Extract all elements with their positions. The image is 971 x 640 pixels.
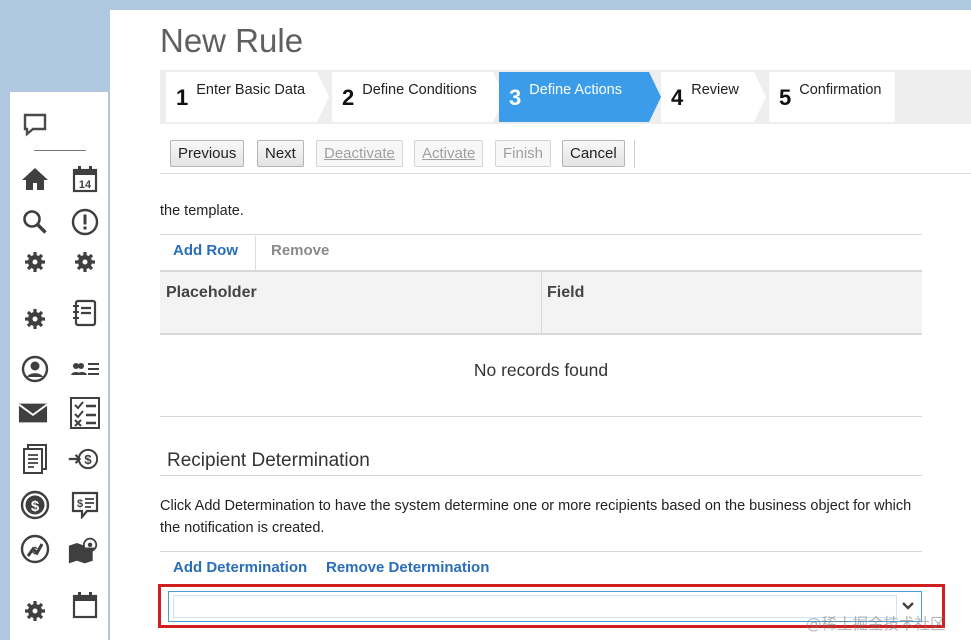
payment-icon[interactable]: $ [68,444,98,474]
wizard-step-confirmation[interactable]: 5 Confirmation [769,72,895,122]
alert-icon[interactable] [70,207,100,237]
main-panel: New Rule 1 Enter Basic Data 2 Define Con… [110,10,971,640]
chart-icon[interactable]: $ [20,534,50,564]
notebook-icon[interactable] [70,298,100,328]
comment-icon[interactable] [20,110,50,140]
map-icon[interactable] [68,536,98,566]
watermark-text: @稀土掘金技术社区 [806,615,946,633]
placeholder-table-header: Placeholder Field [160,270,922,335]
calendar-icon[interactable]: 14 [70,164,100,194]
add-determination-link[interactable]: Add Determination [173,559,307,576]
dollar-icon[interactable]: $ [20,490,50,520]
previous-button[interactable]: Previous [170,140,245,167]
remove-determination-link[interactable]: Remove Determination [326,559,489,576]
column-header-placeholder[interactable]: Placeholder [166,284,257,302]
cancel-button[interactable]: Cancel [562,140,625,167]
left-sidebar: 14 $ $ $ $ [10,92,108,640]
gear-icon[interactable] [20,596,50,626]
calendar-day-text: 14 [79,179,92,191]
remove-link[interactable]: Remove [271,242,329,259]
step-label: Define Actions [529,82,622,98]
recipient-description: Click Add Determination to have the syst… [160,498,912,536]
column-separator [541,272,542,333]
svg-text:$: $ [32,546,38,557]
wizard-step-define-actions[interactable]: 3 Define Actions [499,72,649,122]
recipient-section-title: Recipient Determination [167,450,370,471]
page-title: New Rule [160,22,304,59]
wizard-step-enter-basic-data[interactable]: 1 Enter Basic Data [166,72,317,122]
divider [160,416,922,417]
step-number: 5 [779,85,792,110]
action-toolbar: Previous Next Deactivate Activate Finish… [160,134,971,174]
link-separator [255,236,256,270]
step-arrow [649,72,661,122]
divider [160,234,922,235]
empty-table-message: No records found [473,360,609,380]
next-button[interactable]: Next [257,140,304,167]
mail-icon[interactable] [18,398,48,428]
svg-text:$: $ [31,498,40,515]
step-arrow [754,72,766,122]
select-value [173,595,897,618]
column-header-field[interactable]: Field [547,284,584,302]
step-label: Define Conditions [362,82,477,98]
checklist-icon[interactable] [70,397,100,429]
divider [160,475,922,476]
calendar-icon[interactable] [70,590,100,620]
invoice-icon[interactable]: $ [70,490,100,520]
contacts-icon[interactable] [70,354,100,384]
search-icon[interactable] [20,207,50,237]
finish-button[interactable]: Finish [495,140,552,167]
step-label: Confirmation [799,82,882,98]
svg-text:$: $ [84,452,92,467]
sidebar-divider [34,150,86,151]
home-icon[interactable] [20,164,50,194]
deactivate-button[interactable]: Deactivate [316,140,403,167]
wizard-step-review[interactable]: 4 Review [661,72,754,122]
wizard-steps: 1 Enter Basic Data 2 Define Conditions 3… [160,70,971,124]
step-number: 1 [176,85,189,110]
gear-icon[interactable] [70,247,100,277]
activate-button[interactable]: Activate [414,140,484,167]
svg-text:$: $ [77,498,83,510]
user-icon[interactable] [20,354,50,384]
wizard-step-define-conditions[interactable]: 2 Define Conditions [332,72,493,122]
step-label: Enter Basic Data [196,82,306,98]
gear-icon[interactable] [20,247,50,277]
step-number: 4 [671,85,684,110]
document-icon[interactable] [20,444,50,474]
add-row-link[interactable]: Add Row [173,242,238,259]
step-number: 3 [509,85,522,110]
toolbar-divider [634,140,635,168]
step-number: 2 [342,85,355,110]
divider [160,551,922,552]
gear-icon[interactable] [20,304,50,334]
placeholder-intro-text: the template. [160,203,244,219]
step-arrow [317,72,329,122]
step-label: Review [691,82,739,98]
